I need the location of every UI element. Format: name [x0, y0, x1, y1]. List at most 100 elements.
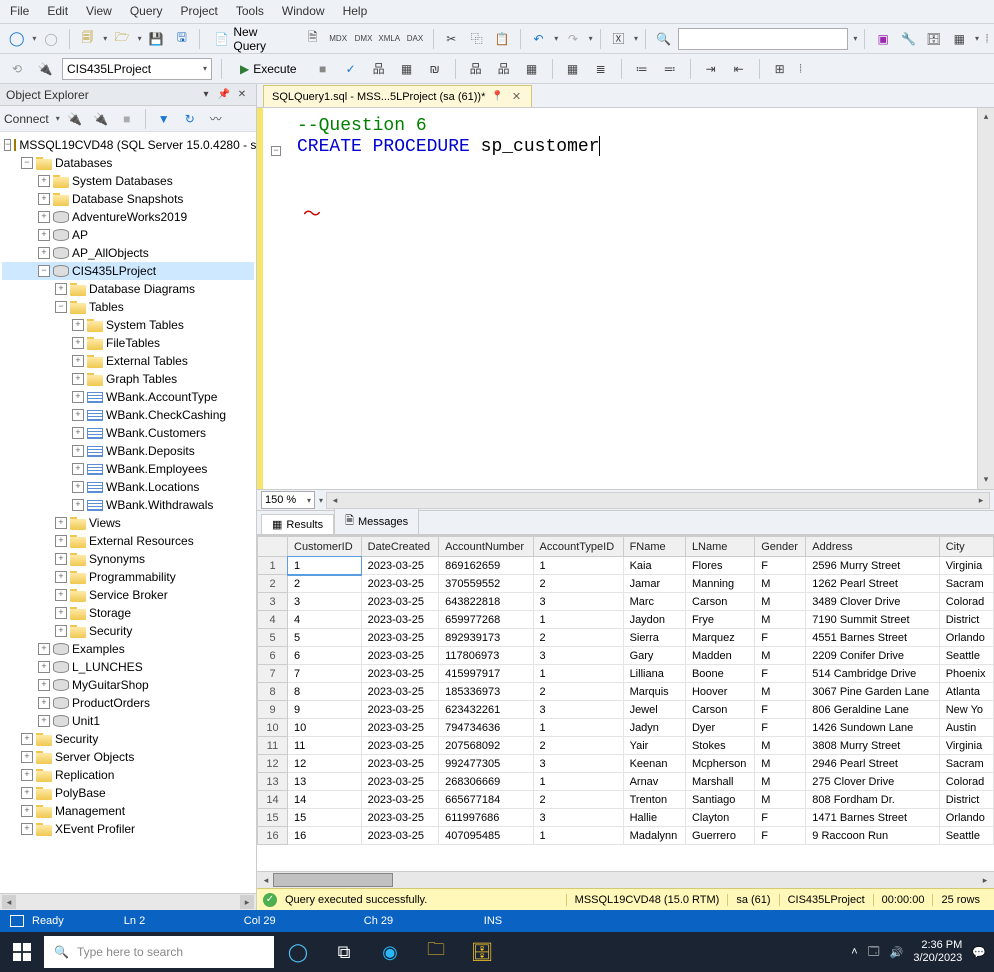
close-icon[interactable]: ✕: [234, 87, 250, 103]
tree-item[interactable]: +Replication: [2, 766, 254, 784]
redo-icon[interactable]: ↷: [562, 28, 583, 50]
execute-button[interactable]: ▶ Execute: [231, 57, 306, 81]
scroll-left-icon[interactable]: ◂: [328, 493, 342, 507]
outdent-icon[interactable]: ⇤: [728, 58, 750, 80]
column-header[interactable]: Gender: [755, 537, 806, 557]
grid-cell[interactable]: 992477305: [439, 755, 533, 773]
column-header[interactable]: AccountTypeID: [533, 537, 623, 557]
grid-cell[interactable]: 3808 Murry Street: [806, 737, 939, 755]
tree-item[interactable]: +AdventureWorks2019: [2, 208, 254, 226]
expand-icon[interactable]: +: [21, 805, 33, 817]
estimated-plan-icon[interactable]: 品: [368, 58, 390, 80]
tree-item[interactable]: +MyGuitarShop: [2, 676, 254, 694]
undo-icon[interactable]: ↶: [528, 28, 549, 50]
table-row[interactable]: 222023-03-253705595522JamarManningM1262 …: [258, 575, 994, 593]
editor-horizontal-scrollbar[interactable]: ◂ ▸: [326, 492, 990, 509]
expand-icon[interactable]: +: [38, 175, 50, 187]
grid-cell[interactable]: 9: [288, 701, 362, 719]
row-header[interactable]: 12: [258, 755, 288, 773]
tree-item[interactable]: +External Tables: [2, 352, 254, 370]
table-row[interactable]: 14142023-03-256656771842TrentonSantiagoM…: [258, 791, 994, 809]
grid-cell[interactable]: 2023-03-25: [361, 737, 438, 755]
db-engine-query-icon[interactable]: 🗎: [302, 28, 323, 50]
grid-cell[interactable]: 1: [533, 611, 623, 629]
grid-cell[interactable]: 1: [533, 557, 623, 575]
tree-item[interactable]: +WBank.Employees: [2, 460, 254, 478]
find-icon[interactable]: 🔍: [653, 28, 674, 50]
expand-icon[interactable]: +: [55, 625, 67, 637]
menu-view[interactable]: View: [86, 4, 112, 19]
grid-cell[interactable]: 9 Raccoon Run: [806, 827, 939, 845]
grid-cell[interactable]: 2023-03-25: [361, 773, 438, 791]
grid-cell[interactable]: Santiago: [685, 791, 754, 809]
results-grid-wrapper[interactable]: CustomerIDDateCreatedAccountNumberAccoun…: [257, 535, 994, 871]
expand-icon[interactable]: +: [38, 229, 50, 241]
intellisense-icon[interactable]: ₪: [424, 58, 446, 80]
grid-cell[interactable]: 2: [533, 683, 623, 701]
tray-up-icon[interactable]: ˄: [851, 946, 857, 958]
grid-cell[interactable]: 415997917: [439, 665, 533, 683]
expand-icon[interactable]: +: [21, 769, 33, 781]
stop-icon[interactable]: ■: [312, 58, 334, 80]
grid-cell[interactable]: Seattle: [939, 827, 993, 845]
grid-cell[interactable]: Hallie: [623, 809, 685, 827]
properties-icon[interactable]: 🅇: [608, 28, 629, 50]
zoom-combo[interactable]: 150 % ▾: [261, 491, 315, 509]
tree-item[interactable]: −MSSQL19CVD48 (SQL Server 15.0.4280 - sa…: [2, 136, 254, 154]
table-row[interactable]: 112023-03-258691626591KaiaFloresF2596 Mu…: [258, 557, 994, 575]
results-grid[interactable]: CustomerIDDateCreatedAccountNumberAccoun…: [257, 536, 994, 845]
menu-file[interactable]: File: [10, 4, 29, 19]
grid-cell[interactable]: M: [755, 575, 806, 593]
grid-cell[interactable]: Jewel: [623, 701, 685, 719]
grid-cell[interactable]: Colorad: [939, 593, 993, 611]
connection-icon[interactable]: 🔌: [34, 58, 56, 80]
results-text-icon[interactable]: ≣: [590, 58, 612, 80]
grid-cell[interactable]: Guerrero: [685, 827, 754, 845]
tree-item[interactable]: +WBank.CheckCashing: [2, 406, 254, 424]
grid-cell[interactable]: Colorad: [939, 773, 993, 791]
file-explorer-icon[interactable]: 🗀: [414, 932, 458, 972]
expand-icon[interactable]: +: [72, 409, 84, 421]
tree-item[interactable]: +ProductOrders: [2, 694, 254, 712]
column-header[interactable]: Address: [806, 537, 939, 557]
grid-cell[interactable]: 2023-03-25: [361, 557, 438, 575]
tray-clock-date[interactable]: 3/20/2023: [913, 952, 962, 965]
scroll-left-icon[interactable]: ◂: [259, 873, 273, 887]
grid-cell[interactable]: 1262 Pearl Street: [806, 575, 939, 593]
grid-cell[interactable]: 2023-03-25: [361, 593, 438, 611]
start-button[interactable]: [2, 932, 42, 972]
table-row[interactable]: 11112023-03-252075680922YairStokesM3808 …: [258, 737, 994, 755]
tree-item[interactable]: +AP: [2, 226, 254, 244]
grid-cell[interactable]: 3: [533, 809, 623, 827]
grid-cell[interactable]: Jadyn: [623, 719, 685, 737]
grid-cell[interactable]: Sacram: [939, 575, 993, 593]
row-header[interactable]: 15: [258, 809, 288, 827]
expand-icon[interactable]: +: [72, 481, 84, 493]
row-header[interactable]: 3: [258, 593, 288, 611]
scroll-left-icon[interactable]: ◂: [2, 895, 16, 909]
table-row[interactable]: 662023-03-251178069733GaryMaddenM2209 Co…: [258, 647, 994, 665]
column-header[interactable]: CustomerID: [288, 537, 362, 557]
grid-cell[interactable]: Orlando: [939, 629, 993, 647]
tree-item[interactable]: +Unit1: [2, 712, 254, 730]
database-combo[interactable]: CIS435LProject ▾: [62, 58, 212, 80]
tree-item[interactable]: +Graph Tables: [2, 370, 254, 388]
grid-cell[interactable]: Flores: [685, 557, 754, 575]
row-header[interactable]: 6: [258, 647, 288, 665]
object-explorer-tree[interactable]: −MSSQL19CVD48 (SQL Server 15.0.4280 - sa…: [0, 132, 256, 893]
tab-messages[interactable]: 🗎 Messages: [334, 508, 419, 534]
grid-cell[interactable]: Arnav: [623, 773, 685, 791]
grid-cell[interactable]: Kaia: [623, 557, 685, 575]
grid-cell[interactable]: 1: [533, 773, 623, 791]
grid-cell[interactable]: F: [755, 827, 806, 845]
xmla-icon[interactable]: XMLA: [378, 28, 400, 50]
table-row[interactable]: 552023-03-258929391732SierraMarquezF4551…: [258, 629, 994, 647]
grid-cell[interactable]: 15: [288, 809, 362, 827]
grid-cell[interactable]: Keenan: [623, 755, 685, 773]
tree-item[interactable]: +WBank.Withdrawals: [2, 496, 254, 514]
grid-cell[interactable]: 659977268: [439, 611, 533, 629]
expand-icon[interactable]: +: [38, 211, 50, 223]
grid-cell[interactable]: 2023-03-25: [361, 629, 438, 647]
expand-icon[interactable]: +: [72, 499, 84, 511]
scrollbar-thumb[interactable]: [273, 873, 393, 887]
